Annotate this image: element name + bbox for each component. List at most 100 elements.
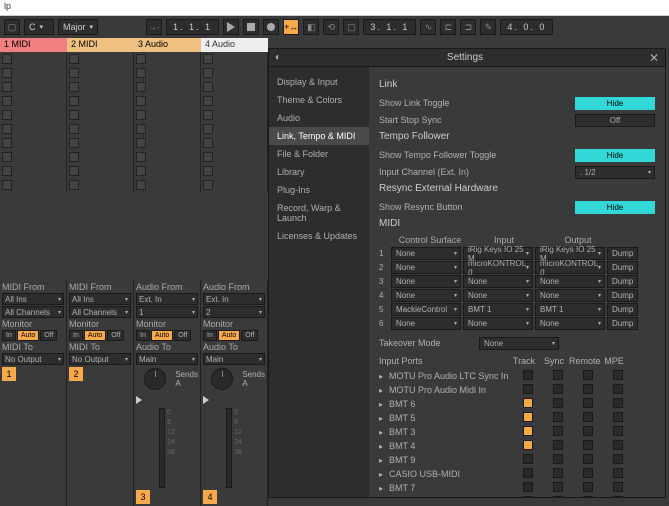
clip-slot[interactable] bbox=[0, 108, 67, 122]
punch-in-button[interactable]: ⊏ bbox=[440, 19, 456, 35]
midi-input-select[interactable]: None bbox=[463, 289, 533, 302]
clip-slot[interactable] bbox=[0, 150, 67, 164]
source-select[interactable]: Ext. In bbox=[203, 293, 265, 305]
settings-titlebar[interactable]: ◐ Settings ✕ bbox=[269, 49, 665, 67]
input-channel-select[interactable]: . 1/2 bbox=[575, 166, 655, 179]
track-number[interactable]: 4 bbox=[203, 490, 217, 504]
dump-button[interactable]: Dump bbox=[607, 317, 638, 330]
clip-slot[interactable] bbox=[0, 94, 67, 108]
clip-slot[interactable] bbox=[0, 52, 67, 66]
clip-slot[interactable] bbox=[201, 122, 268, 136]
start-stop-toggle[interactable]: Off bbox=[575, 114, 655, 127]
clip-slot[interactable] bbox=[67, 136, 134, 150]
monitor-off[interactable]: Off bbox=[107, 330, 124, 341]
clip-slot[interactable] bbox=[201, 136, 268, 150]
reautomation-button[interactable]: ⟲ bbox=[323, 19, 339, 35]
clip-slot[interactable] bbox=[201, 178, 268, 192]
mpe-checkbox[interactable] bbox=[613, 384, 623, 394]
sidebar-item[interactable]: Audio bbox=[269, 109, 369, 127]
midi-output-select[interactable]: BMT 1 bbox=[535, 303, 605, 316]
control-surface-select[interactable]: None bbox=[391, 317, 461, 330]
remote-checkbox[interactable] bbox=[583, 384, 593, 394]
dump-button[interactable]: Dump bbox=[607, 247, 638, 260]
close-icon[interactable]: ✕ bbox=[649, 51, 659, 65]
track-checkbox[interactable] bbox=[523, 426, 533, 436]
clip-slot[interactable] bbox=[134, 178, 201, 192]
clip-slot[interactable] bbox=[0, 80, 67, 94]
record-button[interactable] bbox=[263, 19, 279, 35]
mpe-checkbox[interactable] bbox=[613, 496, 623, 497]
send-knob[interactable] bbox=[211, 368, 233, 390]
clip-slot[interactable] bbox=[134, 66, 201, 80]
punch-out-button[interactable]: ⊐ bbox=[460, 19, 476, 35]
sidebar-item[interactable]: Plug-Ins bbox=[269, 181, 369, 199]
capture-button[interactable]: ▢ bbox=[343, 19, 359, 35]
sidebar-item[interactable]: Library bbox=[269, 163, 369, 181]
track-header-3[interactable]: 3 Audio bbox=[134, 38, 201, 52]
monitor-auto[interactable]: Auto bbox=[84, 330, 106, 341]
dest-select[interactable]: Main bbox=[136, 353, 198, 365]
sidebar-item[interactable]: Record, Warp & Launch bbox=[269, 199, 369, 227]
clip-slot[interactable] bbox=[201, 94, 268, 108]
expand-icon[interactable]: ▸ bbox=[379, 372, 389, 381]
channel-select[interactable]: 1 bbox=[136, 306, 198, 318]
clip-slot[interactable] bbox=[134, 52, 201, 66]
midi-input-select[interactable]: None bbox=[463, 317, 533, 330]
track-header-1[interactable]: 1 MIDI bbox=[0, 38, 67, 52]
clip-slot[interactable] bbox=[134, 150, 201, 164]
volume-fader[interactable] bbox=[226, 408, 232, 488]
overdub-button[interactable]: +↔ bbox=[283, 19, 299, 35]
clip-slot[interactable] bbox=[67, 108, 134, 122]
monitor-in[interactable]: In bbox=[136, 330, 150, 341]
track-checkbox[interactable] bbox=[523, 482, 533, 492]
track-checkbox[interactable] bbox=[523, 496, 533, 497]
sidebar-item[interactable]: Display & Input bbox=[269, 73, 369, 91]
mpe-checkbox[interactable] bbox=[613, 440, 623, 450]
monitor-in[interactable]: In bbox=[69, 330, 83, 341]
clip-slot[interactable] bbox=[0, 122, 67, 136]
control-surface-select[interactable]: MackieControl bbox=[391, 303, 461, 316]
clip-slot[interactable] bbox=[201, 52, 268, 66]
clip-slot[interactable] bbox=[134, 108, 201, 122]
clip-slot[interactable] bbox=[134, 136, 201, 150]
dump-button[interactable]: Dump bbox=[607, 261, 638, 274]
midi-output-select[interactable]: None bbox=[535, 289, 605, 302]
position-display[interactable]: 1. 1. 1 bbox=[166, 19, 219, 35]
expand-icon[interactable]: ▸ bbox=[379, 442, 389, 451]
midi-input-select[interactable]: BMT 1 bbox=[463, 303, 533, 316]
monitor-off[interactable]: Off bbox=[174, 330, 191, 341]
track-number[interactable]: 3 bbox=[136, 490, 150, 504]
play-button[interactable] bbox=[223, 19, 239, 35]
track-checkbox[interactable] bbox=[523, 398, 533, 408]
takeover-select[interactable]: None bbox=[479, 337, 559, 350]
track-checkbox[interactable] bbox=[523, 468, 533, 478]
source-select[interactable]: Ext. In bbox=[136, 293, 198, 305]
clip-slot[interactable] bbox=[134, 122, 201, 136]
dest-select[interactable]: Main bbox=[203, 353, 265, 365]
clip-slot[interactable] bbox=[0, 178, 67, 192]
clip-slot[interactable] bbox=[201, 108, 268, 122]
tap-button[interactable]: ▢ bbox=[4, 19, 20, 35]
sync-checkbox[interactable] bbox=[553, 454, 563, 464]
track-number[interactable]: 2 bbox=[69, 367, 83, 381]
monitor-off[interactable]: Off bbox=[241, 330, 258, 341]
dump-button[interactable]: Dump bbox=[607, 275, 638, 288]
sync-checkbox[interactable] bbox=[553, 426, 563, 436]
remote-checkbox[interactable] bbox=[583, 370, 593, 380]
sync-checkbox[interactable] bbox=[553, 370, 563, 380]
dump-button[interactable]: Dump bbox=[607, 303, 638, 316]
sync-checkbox[interactable] bbox=[553, 412, 563, 422]
track-header-2[interactable]: 2 MIDI bbox=[67, 38, 134, 52]
clip-slot[interactable] bbox=[0, 136, 67, 150]
mpe-checkbox[interactable] bbox=[613, 468, 623, 478]
tempo-display[interactable]: 4. 0. 0 bbox=[500, 19, 553, 35]
monitor-auto[interactable]: Auto bbox=[218, 330, 240, 341]
mpe-checkbox[interactable] bbox=[613, 398, 623, 408]
control-surface-select[interactable]: None bbox=[391, 289, 461, 302]
expand-icon[interactable]: ▸ bbox=[379, 428, 389, 437]
monitor-in[interactable]: In bbox=[203, 330, 217, 341]
clip-slot[interactable] bbox=[134, 80, 201, 94]
expand-icon[interactable]: ▸ bbox=[379, 456, 389, 465]
clip-slot[interactable] bbox=[134, 164, 201, 178]
monitor-auto[interactable]: Auto bbox=[151, 330, 173, 341]
